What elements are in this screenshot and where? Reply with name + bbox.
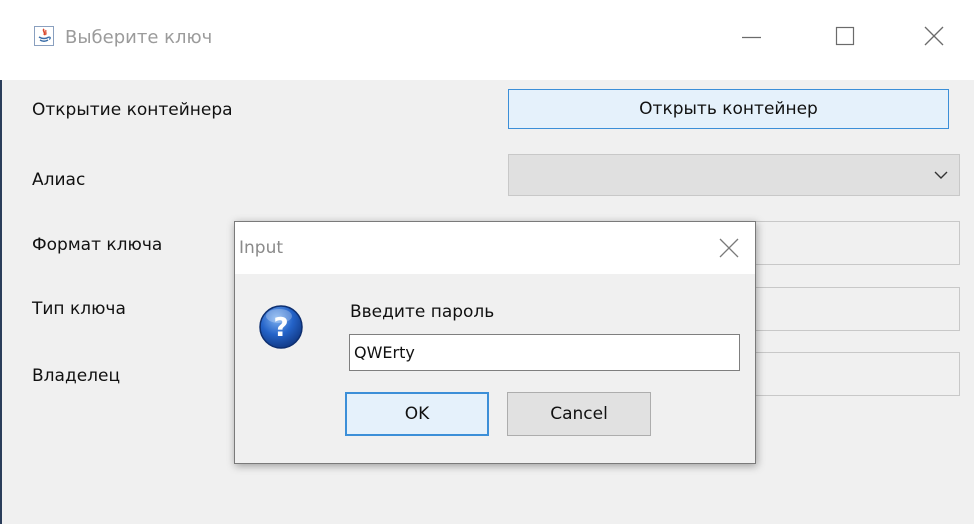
cancel-button[interactable]: Cancel: [507, 392, 651, 436]
key-type-label: Тип ключа: [32, 299, 126, 319]
ok-button[interactable]: OK: [345, 392, 489, 436]
java-app-icon: [34, 26, 54, 46]
password-input[interactable]: [349, 334, 740, 371]
close-icon: [924, 26, 944, 46]
open-container-button[interactable]: Открыть контейнер: [508, 89, 949, 129]
title-bar: Выберите ключ: [0, 0, 974, 80]
svg-text:?: ?: [273, 313, 288, 343]
password-prompt: Введите пароль: [350, 302, 495, 322]
minimize-icon: [742, 36, 761, 39]
alias-label: Алиас: [32, 170, 86, 190]
maximize-icon: [835, 26, 855, 46]
password-dialog: Input ? Введите пароль OK Cancel: [234, 221, 756, 464]
window-title: Выберите ключ: [65, 27, 213, 48]
minimize-button[interactable]: [735, 22, 775, 52]
chevron-down-icon: [934, 171, 948, 179]
close-button[interactable]: [915, 22, 955, 52]
dialog-title: Input: [239, 238, 284, 258]
maximize-button[interactable]: [825, 22, 865, 52]
owner-label: Владелец: [32, 366, 121, 386]
alias-select[interactable]: [508, 154, 960, 196]
open-container-label: Открытие контейнера: [32, 100, 233, 120]
dialog-title-bar: Input: [235, 222, 755, 274]
key-format-label: Формат ключа: [32, 235, 163, 255]
close-icon: [719, 238, 739, 258]
question-icon: ?: [258, 304, 304, 350]
dialog-close-button[interactable]: [717, 236, 741, 260]
